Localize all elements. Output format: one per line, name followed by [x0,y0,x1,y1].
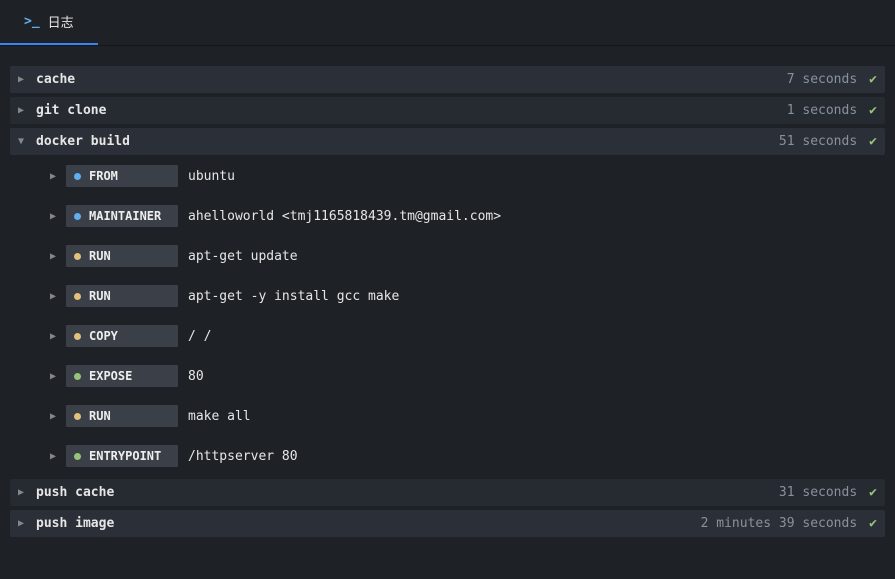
terminal-icon: >_ [24,14,40,29]
step-name: cache [36,72,787,87]
chevron-down-icon: ▼ [18,136,28,147]
check-icon: ✔ [869,485,877,500]
command-pill: FROM [66,165,178,187]
docker-step-run[interactable]: ▶ RUN apt-get update [50,239,885,273]
command-pill: RUN [66,245,178,267]
command-value: ubuntu [188,169,235,184]
command-pill: RUN [66,405,178,427]
docker-step-run[interactable]: ▶ RUN make all [50,399,885,433]
step-name: push image [36,516,701,531]
docker-step-copy[interactable]: ▶ COPY / / [50,319,885,353]
docker-step-run[interactable]: ▶ RUN apt-get -y install gcc make [50,279,885,313]
chevron-right-icon: ▶ [50,211,60,222]
check-icon: ✔ [869,72,877,87]
command-pill: MAINTAINER [66,205,178,227]
step-name: docker build [36,134,779,149]
chevron-right-icon: ▶ [18,487,28,498]
docker-step-entrypoint[interactable]: ▶ ENTRYPOINT /httpserver 80 [50,439,885,473]
step-git-clone[interactable]: ▶ git clone 1 seconds ✔ [10,97,885,124]
command-name: RUN [89,249,111,263]
chevron-right-icon: ▶ [18,518,28,529]
command-pill: ENTRYPOINT [66,445,178,467]
log-content: ▶ cache 7 seconds ✔ ▶ git clone 1 second… [0,46,895,537]
chevron-right-icon: ▶ [50,371,60,382]
command-value: / / [188,329,211,344]
command-pill: COPY [66,325,178,347]
command-value: ahelloworld <tmj1165818439.tm@gmail.com> [188,209,501,224]
chevron-right-icon: ▶ [50,451,60,462]
command-name: MAINTAINER [89,209,161,223]
command-value: make all [188,409,251,424]
chevron-right-icon: ▶ [50,171,60,182]
check-icon: ✔ [869,134,877,149]
docker-step-maintainer[interactable]: ▶ MAINTAINER ahelloworld <tmj1165818439.… [50,199,885,233]
command-name: EXPOSE [89,369,132,383]
command-pill: EXPOSE [66,365,178,387]
step-name: git clone [36,103,787,118]
check-icon: ✔ [869,103,877,118]
tab-logs[interactable]: >_ 日志 [0,0,98,45]
command-value: apt-get -y install gcc make [188,289,399,304]
command-value: /httpserver 80 [188,449,298,464]
dot-icon [74,413,81,420]
step-time: 1 seconds [787,103,857,118]
docker-step-expose[interactable]: ▶ EXPOSE 80 [50,359,885,393]
chevron-right-icon: ▶ [50,251,60,262]
dot-icon [74,253,81,260]
command-name: ENTRYPOINT [89,449,161,463]
chevron-right-icon: ▶ [50,331,60,342]
docker-build-steps: ▶ FROM ubuntu ▶ MAINTAINER ahelloworld <… [10,159,885,473]
dot-icon [74,173,81,180]
command-name: RUN [89,289,111,303]
step-name: push cache [36,485,779,500]
step-time: 51 seconds [779,134,857,149]
check-icon: ✔ [869,516,877,531]
dot-icon [74,373,81,380]
dot-icon [74,293,81,300]
command-name: FROM [89,169,118,183]
command-name: RUN [89,409,111,423]
chevron-right-icon: ▶ [18,105,28,116]
dot-icon [74,453,81,460]
command-name: COPY [89,329,118,343]
command-pill: RUN [66,285,178,307]
chevron-right-icon: ▶ [50,291,60,302]
dot-icon [74,213,81,220]
step-push-image[interactable]: ▶ push image 2 minutes 39 seconds ✔ [10,510,885,537]
chevron-right-icon: ▶ [18,74,28,85]
command-value: apt-get update [188,249,298,264]
chevron-right-icon: ▶ [50,411,60,422]
tab-bar: >_ 日志 [0,0,895,46]
step-docker-build[interactable]: ▼ docker build 51 seconds ✔ [10,128,885,155]
step-cache[interactable]: ▶ cache 7 seconds ✔ [10,66,885,93]
docker-step-from[interactable]: ▶ FROM ubuntu [50,159,885,193]
dot-icon [74,333,81,340]
step-time: 2 minutes 39 seconds [701,516,858,531]
step-time: 31 seconds [779,485,857,500]
command-value: 80 [188,369,204,384]
step-push-cache[interactable]: ▶ push cache 31 seconds ✔ [10,479,885,506]
tab-label: 日志 [48,12,74,31]
step-time: 7 seconds [787,72,857,87]
